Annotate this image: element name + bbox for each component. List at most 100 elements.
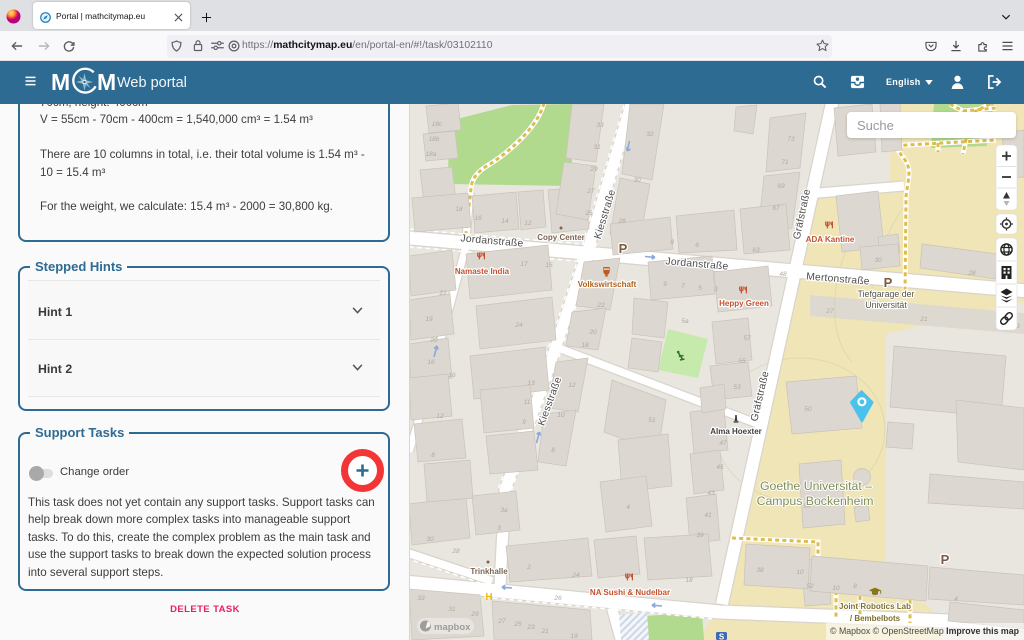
svg-text:© Mapbox © OpenStreetMap Impro: © Mapbox © OpenStreetMap Improve this ma…: [830, 626, 1020, 636]
svg-text:Copy Center: Copy Center: [537, 233, 585, 242]
svg-text:27: 27: [825, 308, 834, 315]
svg-text:9: 9: [663, 281, 667, 288]
svg-text:17: 17: [520, 261, 528, 268]
svg-text:18c: 18c: [432, 121, 443, 128]
svg-text:4: 4: [954, 596, 958, 603]
svg-text:38: 38: [756, 567, 764, 574]
svg-text:12: 12: [436, 413, 444, 420]
svg-text:50: 50: [804, 406, 812, 413]
svg-text:13: 13: [527, 380, 535, 387]
svg-text:33: 33: [417, 595, 425, 602]
svg-text:20: 20: [429, 337, 438, 344]
svg-text:Alma Hoexter: Alma Hoexter: [710, 427, 762, 436]
svg-text:10: 10: [832, 585, 840, 592]
svg-text:3: 3: [497, 525, 501, 532]
svg-text:31: 31: [593, 144, 601, 151]
svg-text:55: 55: [738, 358, 746, 365]
svg-text:18b: 18b: [429, 136, 440, 143]
svg-text:16: 16: [427, 359, 435, 366]
svg-text:69: 69: [777, 183, 785, 190]
svg-text:48: 48: [779, 271, 787, 278]
svg-text:67: 67: [772, 205, 780, 212]
svg-text:51: 51: [648, 417, 656, 424]
svg-text:28: 28: [451, 548, 460, 555]
svg-text:25: 25: [513, 621, 522, 628]
svg-text:32: 32: [646, 131, 654, 138]
svg-text:H: H: [485, 592, 492, 603]
svg-text:15: 15: [545, 262, 553, 269]
svg-text:8: 8: [431, 452, 435, 459]
svg-text:21: 21: [919, 316, 928, 323]
svg-text:P: P: [884, 275, 893, 290]
svg-text:16: 16: [474, 215, 482, 222]
svg-text:20: 20: [588, 329, 597, 336]
svg-text:21: 21: [438, 290, 447, 297]
svg-text:5a: 5a: [681, 318, 689, 325]
svg-text:28: 28: [967, 270, 976, 277]
svg-text:31: 31: [448, 606, 456, 613]
svg-text:6: 6: [695, 242, 699, 249]
svg-text:27: 27: [586, 188, 595, 195]
svg-text:21: 21: [540, 628, 549, 635]
svg-text:57: 57: [743, 335, 751, 342]
svg-text:14: 14: [501, 218, 509, 225]
svg-text:7: 7: [681, 283, 685, 290]
svg-text:3a: 3a: [500, 507, 508, 514]
svg-text:Universität: Universität: [865, 300, 907, 310]
svg-text:45: 45: [716, 464, 724, 471]
svg-text:Trinkhalle: Trinkhalle: [470, 567, 508, 576]
svg-text:27: 27: [497, 618, 506, 625]
svg-text:2: 2: [526, 564, 531, 571]
svg-text:S: S: [719, 633, 725, 640]
svg-text:18: 18: [455, 206, 463, 213]
svg-text:25: 25: [584, 210, 593, 217]
svg-text:Campus Bockenheim: Campus Bockenheim: [757, 494, 874, 508]
svg-text:P: P: [941, 552, 950, 567]
svg-text:41: 41: [704, 512, 712, 519]
svg-text:3: 3: [714, 286, 718, 293]
svg-text:NA Sushi & Nudelbar: NA Sushi & Nudelbar: [590, 588, 670, 597]
svg-text:52: 52: [806, 583, 814, 590]
svg-text:10: 10: [557, 412, 565, 419]
svg-text:8: 8: [551, 447, 555, 454]
svg-text:P: P: [619, 241, 628, 256]
svg-text:Volkswirtschaft: Volkswirtschaft: [578, 280, 637, 289]
svg-text:28: 28: [617, 218, 626, 225]
svg-text:43: 43: [707, 490, 715, 497]
svg-text:73: 73: [787, 136, 795, 143]
svg-text:24: 24: [571, 572, 580, 579]
svg-text:30: 30: [874, 257, 882, 264]
svg-text:29: 29: [589, 166, 598, 173]
svg-text:53: 53: [733, 384, 741, 391]
svg-text:/ Bembelbots: / Bembelbots: [850, 614, 901, 623]
svg-text:Goethe Universität –: Goethe Universität –: [760, 479, 872, 493]
svg-text:12: 12: [568, 382, 576, 389]
svg-text:16: 16: [448, 372, 456, 379]
svg-text:12: 12: [524, 220, 532, 227]
svg-text:47: 47: [719, 440, 727, 447]
svg-text:Joint Robotics Lab: Joint Robotics Lab: [839, 602, 911, 611]
svg-text:18: 18: [581, 342, 589, 349]
svg-text:30: 30: [633, 177, 641, 184]
svg-text:22: 22: [596, 302, 605, 309]
svg-text:19: 19: [570, 633, 578, 640]
svg-text:18: 18: [685, 577, 693, 584]
svg-text:63: 63: [752, 247, 760, 254]
svg-text:39: 39: [696, 532, 704, 539]
svg-text:4: 4: [626, 504, 630, 511]
svg-text:33: 33: [596, 122, 604, 129]
svg-text:18a: 18a: [426, 151, 437, 158]
svg-text:9: 9: [522, 419, 526, 426]
svg-text:Heppy Green: Heppy Green: [719, 299, 769, 308]
svg-text:10: 10: [796, 569, 804, 576]
svg-text:Tiefgarage der: Tiefgarage der: [858, 289, 915, 299]
svg-text:24: 24: [514, 322, 523, 329]
svg-text:29: 29: [470, 611, 479, 618]
svg-text:26: 26: [553, 595, 562, 602]
svg-text:Namaste India: Namaste India: [455, 267, 510, 276]
svg-text:8: 8: [853, 583, 857, 590]
svg-text:mapbox: mapbox: [434, 622, 471, 633]
svg-text:8: 8: [670, 239, 674, 246]
svg-text:5: 5: [698, 285, 702, 292]
svg-text:ADA Kantine: ADA Kantine: [806, 235, 855, 244]
